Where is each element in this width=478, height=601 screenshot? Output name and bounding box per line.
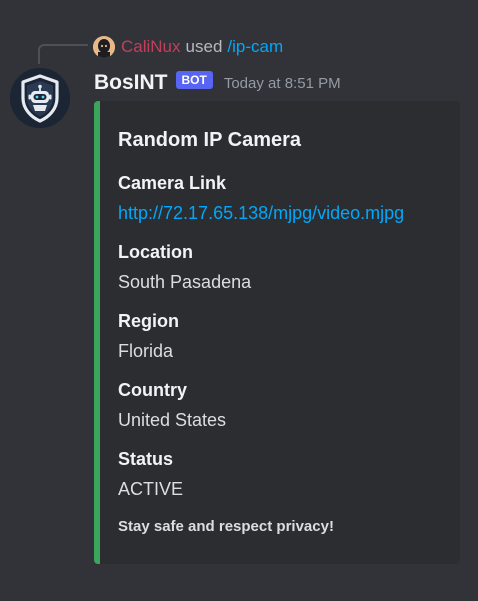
- robot-shield-icon[interactable]: [10, 68, 70, 128]
- bot-badge: BOT: [175, 71, 213, 89]
- field-name-country: Country: [118, 380, 187, 400]
- field-value-location: South Pasadena: [118, 272, 252, 292]
- field-value-country: United States: [118, 410, 227, 430]
- reply-connector-line: [38, 44, 88, 64]
- reply-reference[interactable]: CaliNux used /ip-cam: [93, 36, 283, 58]
- reply-action-text: used: [185, 37, 223, 56]
- embed-footer-text: Stay safe and respect privacy!: [118, 518, 334, 535]
- message-header: BosINT BOT Today at 8:51 PM: [94, 70, 341, 96]
- message-timestamp[interactable]: Today at 8:51 PM: [224, 75, 341, 92]
- field-name-status: Status: [118, 449, 174, 469]
- field-name-location: Location: [118, 242, 193, 262]
- field-name-camera-link: Camera Link: [118, 173, 227, 193]
- embed-card: Random IP Camera Camera Link http://72.1…: [94, 101, 460, 564]
- camera-link[interactable]: http://72.17.65.138/mjpg/video.mjpg: [118, 203, 404, 223]
- author-name[interactable]: BosINT: [94, 71, 168, 95]
- reply-username[interactable]: CaliNux: [121, 37, 181, 57]
- field-value-camera-link: http://72.17.65.138/mjpg/video.mjpg: [118, 203, 404, 224]
- field-value-region: Florida: [118, 341, 174, 361]
- slash-command-link[interactable]: /ip-cam: [227, 37, 283, 57]
- user-avatar-icon[interactable]: [93, 36, 115, 58]
- embed-title: Random IP Camera: [118, 129, 302, 151]
- field-name-region: Region: [118, 311, 179, 331]
- field-value-status: ACTIVE: [118, 479, 184, 499]
